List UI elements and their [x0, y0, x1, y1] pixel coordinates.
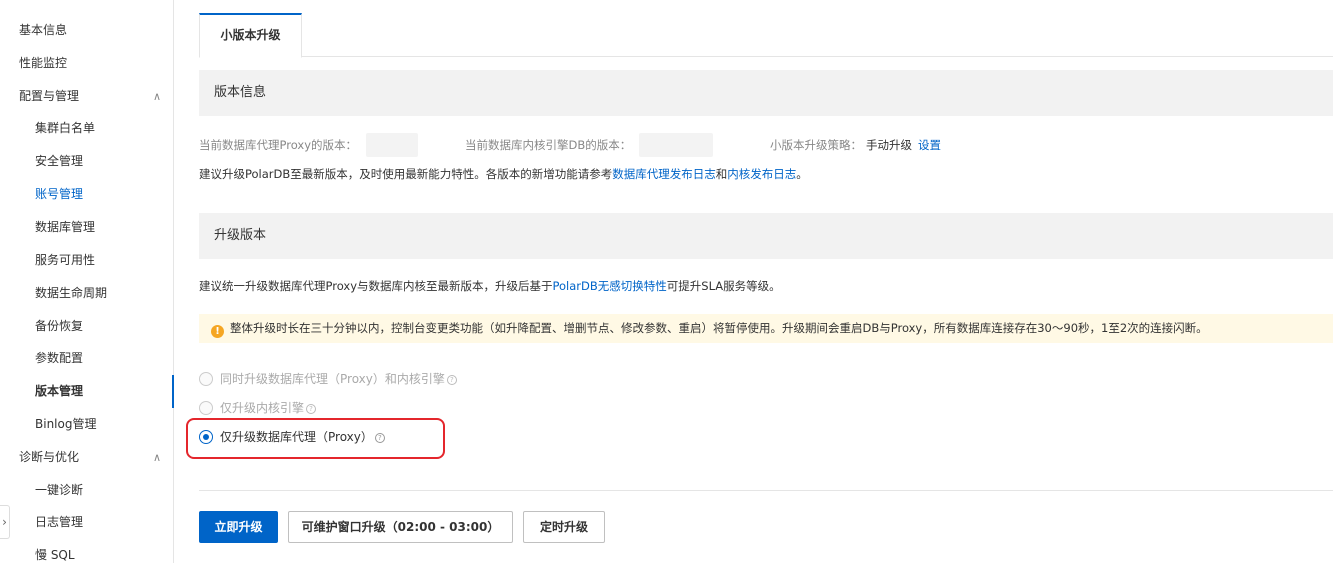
radio-label: 仅升级内核引擎?	[220, 399, 317, 417]
notice-text: 整体升级时长在三十分钟以内，控制台变更类功能（如升降配置、增删节点、修改参数、重…	[230, 321, 1208, 335]
sidebar-group-config[interactable]: 配置与管理 ∧	[0, 80, 173, 113]
radio-label: 同时升级数据库代理（Proxy）和内核引擎?	[220, 370, 457, 388]
sidebar-item-lifecycle[interactable]: 数据生命周期	[0, 277, 173, 310]
selection-highlight-box	[186, 418, 445, 459]
help-icon[interactable]: ?	[306, 404, 317, 414]
chevron-up-icon: ∧	[152, 451, 161, 464]
sidebar-item-label: 参数配置	[35, 351, 84, 365]
sidebar-item-backup[interactable]: 备份恢复	[0, 310, 173, 343]
advice-text: 。	[796, 167, 808, 181]
maintenance-window-upgrade-button[interactable]: 可维护窗口升级（02:00 - 03:00）	[288, 511, 513, 543]
advice-text: 建议升级PolarDB至最新版本，及时使用最新能力特性。各版本的新增功能请参考	[199, 167, 613, 181]
chevron-up-icon: ∧	[152, 90, 161, 103]
db-version-value-redacted	[639, 133, 713, 157]
sidebar-item-logs[interactable]: 日志管理	[0, 506, 173, 539]
sidebar-item-one-click-diagnosis[interactable]: 一键诊断	[0, 474, 173, 507]
scheduled-upgrade-button[interactable]: 定时升级	[523, 511, 605, 543]
strategy-settings-link[interactable]: 设置	[918, 137, 941, 153]
sidebar-item-availability[interactable]: 服务可用性	[0, 244, 173, 277]
sidebar-item-label: 版本管理	[35, 384, 84, 398]
active-indicator	[172, 375, 174, 408]
option-text: 同时升级数据库代理（Proxy）和内核引擎	[220, 372, 445, 386]
sidebar-item-basic-info[interactable]: 基本信息	[0, 14, 173, 47]
proxy-version-value-redacted	[366, 133, 418, 157]
radio-button[interactable]	[199, 401, 213, 415]
sidebar-item-accounts[interactable]: 账号管理	[0, 178, 173, 211]
sidebar-item-label: Binlog管理	[35, 417, 97, 431]
warning-icon: !	[211, 325, 224, 338]
section-title-version-info: 版本信息	[199, 70, 1333, 116]
sidebar-item-label: 慢 SQL	[35, 548, 75, 562]
sidebar-item-label: 备份恢复	[35, 319, 84, 333]
sidebar-group-diagnosis[interactable]: 诊断与优化 ∧	[0, 441, 173, 474]
sidebar-item-label: 性能监控	[19, 56, 68, 70]
sidebar-item-label: 基本信息	[19, 23, 68, 37]
proxy-version-label: 当前数据库代理Proxy的版本：	[199, 138, 358, 152]
sidebar-item-slow-sql[interactable]: 慢 SQL	[0, 539, 173, 563]
sidebar-item-label: 账号管理	[35, 187, 84, 201]
strategy-label: 小版本升级策略：	[770, 138, 862, 152]
main-content: 小版本升级 版本信息 当前数据库代理Proxy的版本： 当前数据库内核引擎DB的…	[186, 0, 1333, 563]
tab-minor-version-upgrade[interactable]: 小版本升级	[199, 13, 302, 58]
sidebar-item-binlog[interactable]: Binlog管理	[0, 408, 173, 441]
tab-bar: 小版本升级	[199, 0, 1333, 58]
sidebar-item-security[interactable]: 安全管理	[0, 145, 173, 178]
sidebar-nav: 基本信息 性能监控 配置与管理 ∧ 集群白名单 安全管理 账号管理 数据库管理 服…	[0, 0, 174, 563]
tab-label: 小版本升级	[220, 28, 281, 42]
db-version-label: 当前数据库内核引擎DB的版本：	[465, 138, 632, 152]
sidebar-item-label: 诊断与优化	[19, 450, 80, 464]
section-title-upgrade: 升级版本	[199, 213, 1333, 259]
sidebar-item-label: 配置与管理	[19, 89, 80, 103]
description-text: 建议统一升级数据库代理Proxy与数据库内核至最新版本，升级后基于	[199, 279, 553, 293]
sidebar-item-parameters[interactable]: 参数配置	[0, 342, 173, 375]
description-text: 可提升SLA服务等级。	[666, 279, 781, 293]
sidebar-collapse-handle[interactable]: ›	[0, 505, 10, 539]
sidebar-item-label: 一键诊断	[35, 483, 84, 497]
sidebar-item-label: 安全管理	[35, 154, 84, 168]
radio-button[interactable]	[199, 372, 213, 386]
sidebar-item-performance[interactable]: 性能监控	[0, 47, 173, 80]
kernel-release-notes-link[interactable]: 内核发布日志	[727, 167, 796, 181]
chevron-right-icon: ›	[2, 515, 7, 529]
seamless-switch-link[interactable]: PolarDB无感切换特性	[553, 279, 667, 293]
sidebar-item-label: 集群白名单	[35, 121, 96, 135]
strategy-value: 手动升级	[866, 138, 912, 152]
divider	[199, 490, 1333, 491]
advice-text: 和	[715, 167, 728, 181]
warning-notice: ! 整体升级时长在三十分钟以内，控制台变更类功能（如升降配置、增删节点、修改参数、…	[199, 314, 1333, 343]
sidebar-item-whitelist[interactable]: 集群白名单	[0, 112, 173, 145]
sidebar-item-label: 服务可用性	[35, 253, 96, 267]
sidebar-item-label: 数据库管理	[35, 220, 96, 234]
upgrade-description: 建议统一升级数据库代理Proxy与数据库内核至最新版本，升级后基于PolarDB…	[199, 278, 781, 294]
sidebar-item-databases[interactable]: 数据库管理	[0, 211, 173, 244]
option-text: 仅升级内核引擎	[220, 401, 305, 415]
proxy-release-notes-link[interactable]: 数据库代理发布日志	[612, 167, 716, 181]
sidebar-item-version[interactable]: 版本管理	[0, 375, 173, 408]
upgrade-advice: 建议升级PolarDB至最新版本，及时使用最新能力特性。各版本的新增功能请参考数…	[199, 166, 808, 182]
upgrade-now-button[interactable]: 立即升级	[199, 511, 278, 543]
help-icon[interactable]: ?	[446, 375, 457, 385]
sidebar-item-label: 数据生命周期	[35, 286, 108, 300]
sidebar-item-label: 日志管理	[35, 515, 84, 529]
